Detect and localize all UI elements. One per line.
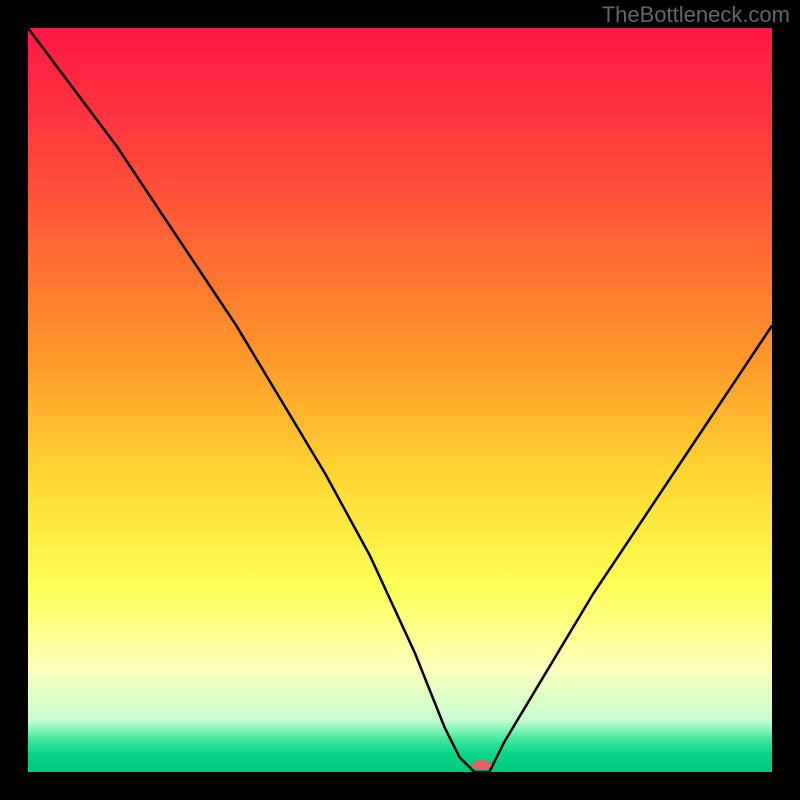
attribution-text: TheBottleneck.com — [602, 2, 790, 28]
chart-outer-frame: TheBottleneck.com — [0, 0, 800, 800]
optimal-point-marker — [472, 760, 492, 770]
gradient-background — [28, 28, 772, 772]
plot-area — [28, 28, 772, 772]
bottleneck-chart — [28, 28, 772, 772]
